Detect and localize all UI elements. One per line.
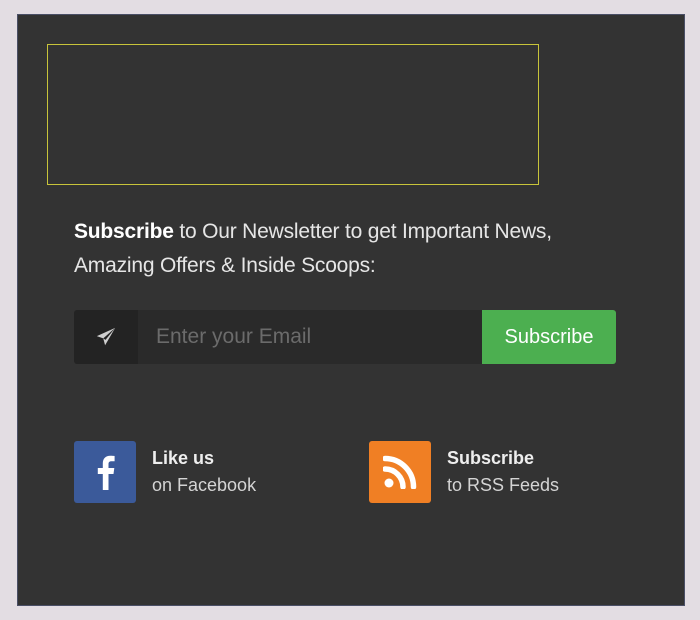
- newsletter-widget: Subscribe to Our Newsletter to get Impor…: [17, 14, 685, 606]
- rss-title: Subscribe: [447, 448, 535, 468]
- facebook-title: Like us: [152, 448, 215, 468]
- ad-placeholder: [47, 44, 539, 185]
- paper-plane-icon-box: [74, 310, 138, 364]
- subscribe-form: Subscribe: [74, 310, 616, 364]
- facebook-subtitle: on Facebook: [152, 475, 257, 495]
- rss-link[interactable]: Subscribe to RSS Feeds: [369, 441, 559, 503]
- intro-bold-text: Subscribe: [74, 220, 174, 243]
- facebook-icon: [74, 441, 136, 503]
- rss-subtitle: to RSS Feeds: [447, 475, 560, 495]
- subscribe-button[interactable]: Subscribe: [482, 310, 616, 364]
- email-input[interactable]: [138, 310, 482, 364]
- newsletter-intro: Subscribe to Our Newsletter to get Impor…: [74, 215, 634, 283]
- rss-icon: [369, 441, 431, 503]
- facebook-link[interactable]: Like us on Facebook: [74, 441, 256, 503]
- paper-plane-icon: [96, 327, 116, 346]
